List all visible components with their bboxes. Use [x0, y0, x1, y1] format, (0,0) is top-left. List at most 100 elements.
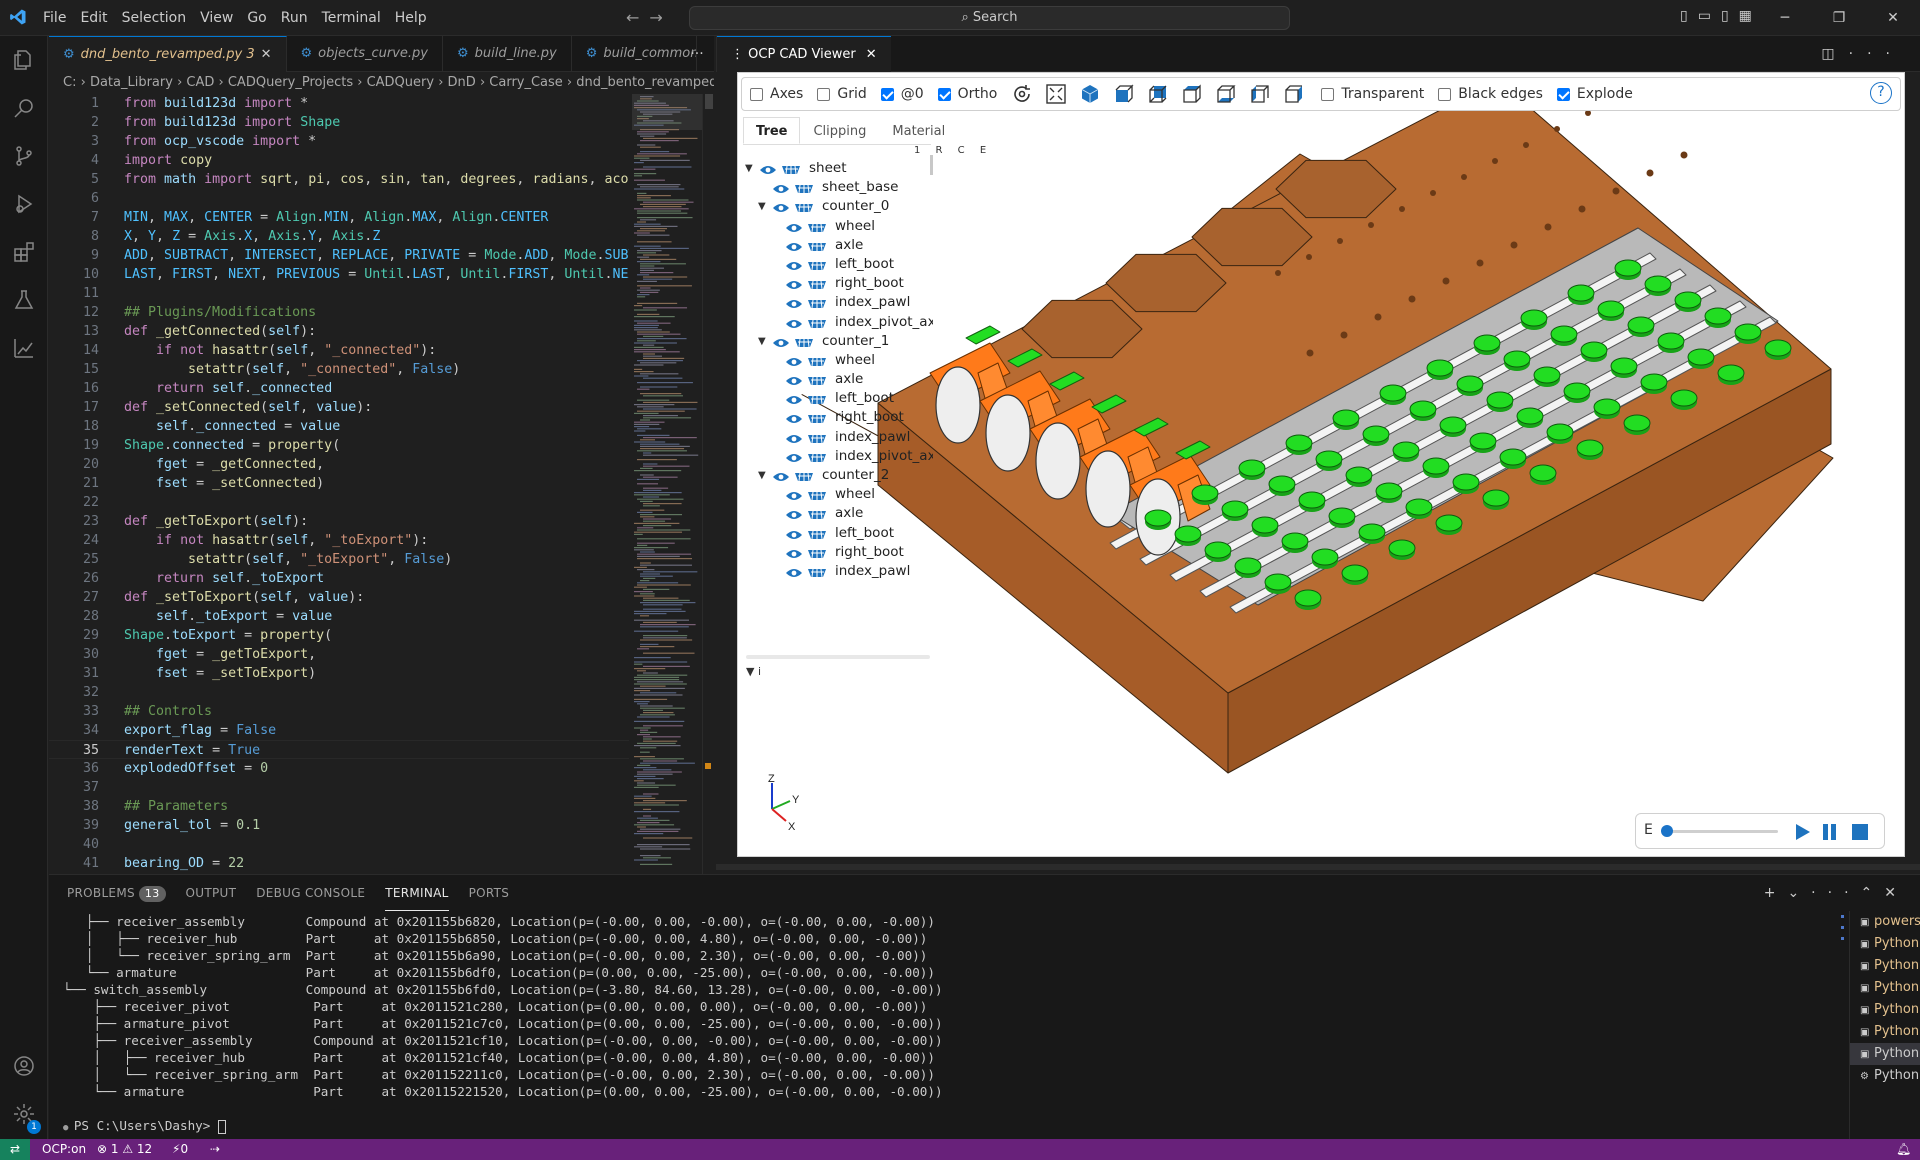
- expand-toggle-icon[interactable]: ▼: [745, 159, 753, 178]
- breadcrumb-item[interactable]: CADQuery_Projects: [228, 75, 353, 90]
- code-line[interactable]: 3 from ocp_vscode import *: [49, 132, 629, 151]
- code-line[interactable]: 38 ## Parameters: [49, 797, 629, 816]
- explode-checkbox[interactable]: [1556, 87, 1570, 101]
- mesh-toggle-icon[interactable]: [807, 355, 827, 367]
- menu-run[interactable]: Run: [274, 0, 315, 36]
- breadcrumb-item[interactable]: CADQuery: [367, 75, 435, 90]
- pause-icon[interactable]: [1820, 822, 1840, 842]
- maximize-panel-icon[interactable]: ⌃: [1861, 885, 1885, 901]
- mesh-toggle-icon[interactable]: [794, 470, 814, 482]
- code-line[interactable]: 20 fget = _getConnected,: [49, 455, 629, 474]
- code-line[interactable]: 15 setattr(self, "_connected", False): [49, 360, 629, 379]
- tree-node-label[interactable]: left_boot: [835, 389, 894, 408]
- terminal-instance[interactable]: ▣ Python: [1850, 1043, 1920, 1065]
- code-line[interactable]: 41 bearing_OD = 22: [49, 854, 629, 873]
- code-line[interactable]: 27 def _setToExport(self, value):: [49, 588, 629, 607]
- menu-view[interactable]: View: [193, 0, 240, 36]
- terminal-instance[interactable]: ▣Python⚠: [1850, 977, 1920, 999]
- tab-problems[interactable]: PROBLEMS 13: [67, 875, 166, 911]
- visibility-eye-icon[interactable]: [772, 182, 790, 194]
- source-control-icon[interactable]: [0, 132, 48, 180]
- tree-node-label[interactable]: wheel: [835, 351, 875, 370]
- visibility-eye-icon[interactable]: [772, 470, 790, 482]
- tree-node[interactable]: wheel: [743, 217, 933, 236]
- breadcrumb-item[interactable]: CAD: [186, 75, 214, 90]
- tab-tree[interactable]: Tree: [743, 117, 801, 144]
- menu-go[interactable]: Go: [240, 0, 273, 36]
- terminal-output[interactable]: ├── receiver_assembly Compound at 0x2011…: [63, 913, 1823, 1139]
- visibility-eye-icon[interactable]: [785, 432, 803, 444]
- animation-slider-track[interactable]: [1666, 830, 1778, 833]
- visibility-eye-icon[interactable]: [785, 451, 803, 463]
- tree-node[interactable]: axle: [743, 236, 933, 255]
- close-tab-icon[interactable]: ✕: [866, 47, 877, 62]
- tree-node[interactable]: index_pivot_axle: [743, 447, 933, 466]
- code-line[interactable]: 24 if not hasattr(self, "_toExport"):: [49, 531, 629, 550]
- visibility-eye-icon[interactable]: [785, 317, 803, 329]
- more-actions-icon[interactable]: ···: [680, 36, 714, 72]
- code-line[interactable]: 22: [49, 493, 629, 512]
- visibility-eye-icon[interactable]: [785, 566, 803, 578]
- terminal-instance[interactable]: ▣Python⚠: [1850, 999, 1920, 1021]
- tree-node-label[interactable]: index_pivot_axle: [835, 447, 933, 466]
- at0-checkbox[interactable]: [880, 87, 894, 101]
- mesh-toggle-icon[interactable]: [807, 259, 827, 271]
- code-line[interactable]: 9 ADD, SUBTRACT, INTERSECT, REPLACE, PRIV…: [49, 246, 629, 265]
- breadcrumb-item[interactable]: dnd_bento_revamped.py: [576, 75, 714, 90]
- menu-file[interactable]: File: [36, 0, 73, 36]
- bottom-view-icon[interactable]: [1215, 83, 1237, 105]
- code-line[interactable]: 37: [49, 778, 629, 797]
- code-line[interactable]: 12 ## Plugins/Modifications: [49, 303, 629, 322]
- toggle-primary-sidebar-icon[interactable]: ▯: [1680, 8, 1698, 24]
- menu-selection[interactable]: Selection: [115, 0, 194, 36]
- tree-node-label[interactable]: wheel: [835, 485, 875, 504]
- tab-ports[interactable]: PORTS: [469, 875, 510, 911]
- visibility-eye-icon[interactable]: [785, 393, 803, 405]
- visibility-eye-icon[interactable]: [785, 355, 803, 367]
- visibility-eye-icon[interactable]: [785, 374, 803, 386]
- tree-node-label[interactable]: counter_0: [822, 197, 889, 216]
- manage-gear-icon[interactable]: 1: [0, 1090, 48, 1138]
- command-center-search[interactable]: ⌕ Search: [689, 6, 1290, 30]
- visibility-eye-icon[interactable]: [785, 240, 803, 252]
- breadcrumb-item[interactable]: DnD: [448, 75, 476, 90]
- code-line[interactable]: 6: [49, 189, 629, 208]
- code-line[interactable]: 39 general_tol = 0.1: [49, 816, 629, 835]
- close-window-button[interactable]: ✕: [1866, 0, 1920, 36]
- iso-view-icon[interactable]: [1079, 83, 1101, 105]
- tab-dnd-bento-revamped[interactable]: ⚙ dnd_bento_revamped.py 3 ✕: [49, 36, 287, 72]
- mesh-toggle-icon[interactable]: [807, 528, 827, 540]
- new-terminal-icon[interactable]: +: [1764, 885, 1788, 901]
- mesh-toggle-icon[interactable]: [807, 566, 827, 578]
- tree-node[interactable]: index_pawl: [743, 562, 933, 579]
- code-line[interactable]: 25 setattr(self, "_toExport", False): [49, 550, 629, 569]
- mesh-toggle-icon[interactable]: [807, 489, 827, 501]
- more-actions-icon[interactable]: ···: [1811, 885, 1860, 901]
- code-line[interactable]: 4 import copy: [49, 151, 629, 170]
- play-icon[interactable]: [1792, 822, 1812, 842]
- visibility-eye-icon[interactable]: [785, 547, 803, 559]
- tab-ocp-cad-viewer[interactable]: ⋮ OCP CAD Viewer ✕: [717, 36, 891, 72]
- tree-node-label[interactable]: wheel: [835, 217, 875, 236]
- close-tab-icon[interactable]: ✕: [261, 47, 272, 62]
- code-line[interactable]: 14 if not hasattr(self, "_connected"):: [49, 341, 629, 360]
- tree-node-label[interactable]: sheet_base: [822, 178, 898, 197]
- visibility-eye-icon[interactable]: [785, 278, 803, 290]
- toggle-secondary-sidebar-icon[interactable]: ▯: [1721, 8, 1739, 24]
- help-button[interactable]: ?: [1870, 82, 1892, 104]
- code-line[interactable]: 11: [49, 284, 629, 303]
- right-view-icon[interactable]: [1283, 83, 1305, 105]
- menu-edit[interactable]: Edit: [73, 0, 114, 36]
- tab-build-line[interactable]: ⚙ build_line.py: [443, 36, 572, 72]
- code-line[interactable]: 19 Shape.connected = property(: [49, 436, 629, 455]
- extensions-icon[interactable]: [0, 228, 48, 276]
- visibility-eye-icon[interactable]: [772, 201, 790, 213]
- tree-node[interactable]: axle: [743, 370, 933, 389]
- mesh-toggle-icon[interactable]: [794, 201, 814, 213]
- ocp-cad-viewer-icon[interactable]: [0, 324, 48, 372]
- stop-icon[interactable]: [1850, 822, 1870, 842]
- transparent-checkbox[interactable]: [1321, 87, 1335, 101]
- terminal-instance[interactable]: ▣Python⚠: [1850, 955, 1920, 977]
- tab-clipping[interactable]: Clipping: [800, 117, 879, 144]
- tree-node-label[interactable]: sheet: [809, 159, 847, 178]
